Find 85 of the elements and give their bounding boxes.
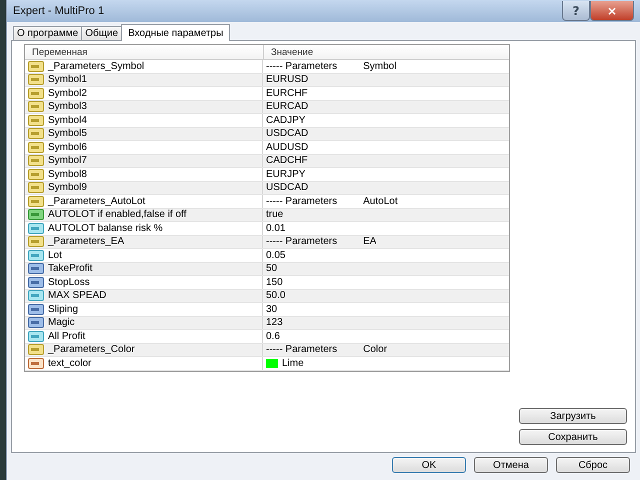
side-button[interactable]: Сохранить xyxy=(519,429,627,445)
color-type-icon xyxy=(28,358,44,369)
string-type-icon xyxy=(28,344,44,356)
parameter-value[interactable]: AutoLot xyxy=(363,195,398,208)
string-type-icon xyxy=(28,114,44,126)
parameter-name: Symbol7 xyxy=(48,154,87,167)
parameter-value[interactable]: 123 xyxy=(266,316,283,329)
string-type-icon xyxy=(28,168,44,180)
boolean-type-icon xyxy=(28,209,44,220)
parameter-value[interactable]: 50 xyxy=(266,262,278,275)
parameter-value[interactable]: 0.05 xyxy=(266,249,286,262)
parameter-value[interactable]: true xyxy=(266,208,284,221)
parameter-name: StopLoss xyxy=(48,276,90,288)
parameter-name: All Profit xyxy=(48,330,86,342)
parameter-value[interactable]: Lime xyxy=(282,357,304,370)
parameter-name: Sliping xyxy=(48,303,78,316)
string-type-icon xyxy=(28,88,44,99)
double-type-icon xyxy=(28,290,44,302)
parameter-name: _Parameters_Symbol xyxy=(48,60,144,72)
parameter-name: MAX SPEAD xyxy=(48,290,106,302)
parameter-value[interactable]: USDCAD xyxy=(266,182,308,194)
integer-type-icon xyxy=(28,317,44,328)
parameter-name: AUTOLOT if enabled,false if off xyxy=(48,208,186,221)
parameter-value[interactable]: EURJPY xyxy=(266,168,306,180)
parameter-name: Symbol1 xyxy=(48,74,87,86)
parameter-value[interactable]: 30 xyxy=(266,303,278,316)
tab[interactable]: О программе xyxy=(13,26,82,40)
integer-type-icon xyxy=(28,276,44,288)
parameter-value[interactable]: AUDUSD xyxy=(266,141,308,154)
parameter-name: Symbol5 xyxy=(48,128,87,140)
parameter-name: TakeProfit xyxy=(48,262,92,275)
parameter-value[interactable]: ----- Parameters xyxy=(266,344,338,356)
integer-type-icon xyxy=(28,304,44,315)
parameter-name: Symbol2 xyxy=(48,87,87,100)
parameter-name: AUTOLOT balanse risk % xyxy=(48,222,163,234)
dialog-button[interactable]: OK xyxy=(392,457,466,473)
parameter-name: Magic xyxy=(48,316,75,329)
string-type-icon xyxy=(28,142,44,153)
parameter-name: _Parameters_AutoLot xyxy=(48,195,146,208)
string-type-icon xyxy=(28,155,44,166)
parameter-value[interactable]: ----- Parameters xyxy=(266,236,338,248)
tab[interactable]: Входные параметры xyxy=(121,24,230,41)
double-type-icon xyxy=(28,222,44,234)
dialog-button[interactable]: Сброс xyxy=(556,457,630,473)
parameter-name: Symbol6 xyxy=(48,141,87,154)
help-button[interactable]: ? xyxy=(562,1,590,21)
parameter-name: text_color xyxy=(48,357,92,370)
column-header[interactable]: Переменная xyxy=(25,45,264,59)
parameter-name: Symbol4 xyxy=(48,114,87,126)
string-type-icon xyxy=(28,196,44,207)
parameter-value[interactable]: 150 xyxy=(266,276,283,288)
string-type-icon xyxy=(28,236,44,248)
string-type-icon xyxy=(28,128,44,140)
string-type-icon xyxy=(28,182,44,194)
side-button[interactable]: Загрузить xyxy=(519,408,627,424)
parameter-name: Lot xyxy=(48,249,62,262)
parameter-value[interactable]: Symbol xyxy=(363,60,396,72)
column-header[interactable]: Значение xyxy=(264,45,314,59)
parameter-name: Symbol3 xyxy=(48,100,87,113)
parameter-name: Symbol9 xyxy=(48,182,87,194)
parameter-value[interactable]: 50.0 xyxy=(266,290,286,302)
parameter-value[interactable]: EURCAD xyxy=(266,100,308,113)
parameter-value[interactable]: EA xyxy=(363,236,376,248)
tab[interactable]: Общие xyxy=(81,26,122,40)
parameter-value[interactable]: EURCHF xyxy=(266,87,308,100)
parameter-value[interactable]: USDCAD xyxy=(266,128,308,140)
parameter-value[interactable]: 0.6 xyxy=(266,330,280,342)
parameter-value[interactable]: Color xyxy=(363,344,388,356)
parameter-value[interactable]: EURUSD xyxy=(266,74,308,86)
integer-type-icon xyxy=(28,263,44,274)
string-type-icon xyxy=(28,101,44,112)
parameter-name: _Parameters_Color xyxy=(48,344,135,356)
parameter-name: Symbol8 xyxy=(48,168,87,180)
string-type-icon xyxy=(28,74,44,86)
parameter-value[interactable]: CADCHF xyxy=(266,154,308,167)
parameter-value[interactable]: 0.01 xyxy=(266,222,286,234)
parameter-value[interactable]: CADJPY xyxy=(266,114,306,126)
parameter-value[interactable]: ----- Parameters xyxy=(266,60,338,72)
string-type-icon xyxy=(28,60,44,72)
double-type-icon xyxy=(28,250,44,261)
parameter-value[interactable]: ----- Parameters xyxy=(266,195,338,208)
dialog-button[interactable]: Отмена xyxy=(474,457,548,473)
window-title: Expert - MultiPro 1 xyxy=(13,5,106,17)
parameter-name: _Parameters_EA xyxy=(48,236,124,248)
double-type-icon xyxy=(28,330,44,342)
